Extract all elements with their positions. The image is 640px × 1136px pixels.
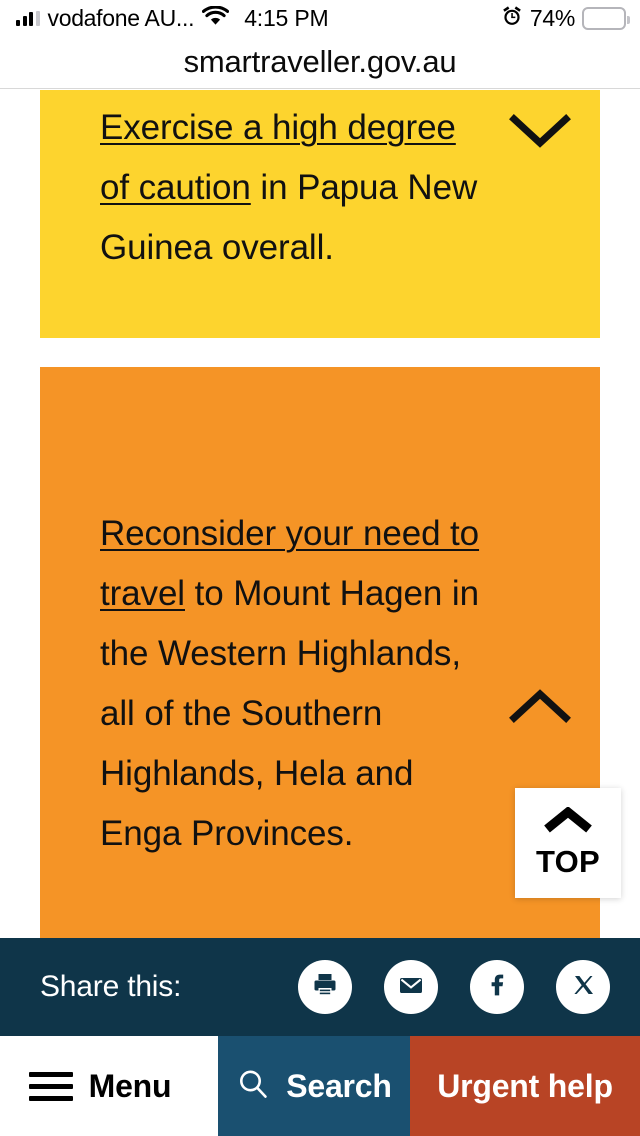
facebook-icon (482, 970, 512, 1005)
search-label: Search (286, 1067, 392, 1104)
advisory-text-reconsider-travel: Reconsider your need to travel to Mount … (40, 460, 480, 864)
status-bar-left: vodafone AU... 4:15 PM (16, 4, 329, 32)
status-bar: vodafone AU... 4:15 PM 74% (0, 0, 640, 36)
phone-screen: vodafone AU... 4:15 PM 74% smartraveller… (0, 0, 640, 1136)
chevron-down-icon[interactable] (480, 112, 600, 150)
search-icon (236, 1067, 270, 1106)
battery-icon (582, 6, 630, 30)
hamburger-icon (28, 1071, 73, 1101)
battery-percentage: 74% (529, 4, 575, 31)
menu-button[interactable]: Menu (0, 1036, 218, 1136)
printer-icon (310, 970, 340, 1005)
share-label: Share this: (40, 970, 182, 1003)
back-to-top-label: TOP (535, 843, 601, 879)
advisory-rest-reconsider-travel: to Mount Hagen in the Western Highlands,… (100, 574, 479, 853)
carrier-name: vodafone AU... (47, 4, 195, 31)
share-email-button[interactable] (384, 960, 438, 1014)
x-twitter-icon (569, 971, 597, 1004)
share-facebook-button[interactable] (470, 960, 524, 1014)
alarm-clock-icon (501, 5, 523, 32)
status-bar-right: 74% (501, 4, 630, 32)
urgent-help-label: Urgent help (437, 1067, 613, 1104)
envelope-icon (396, 970, 426, 1005)
chevron-up-icon[interactable] (480, 687, 600, 725)
share-bar: Share this: (0, 938, 640, 1036)
cellular-bars-icon (16, 10, 40, 26)
urgent-help-button[interactable]: Urgent help (410, 1036, 640, 1136)
advisory-card-high-caution[interactable]: Exercise a high degree of caution in Pap… (40, 90, 600, 338)
advisory-text-high-caution: Exercise a high degree of caution in Pap… (40, 98, 480, 278)
status-bar-clock: 4:15 PM (244, 4, 329, 31)
browser-url-bar[interactable]: smartraveller.gov.au (0, 36, 640, 89)
search-button[interactable]: Search (218, 1036, 410, 1136)
share-print-button[interactable] (298, 960, 352, 1014)
url-text: smartraveller.gov.au (183, 44, 457, 79)
share-twitter-x-button[interactable] (556, 960, 610, 1014)
share-icon-list (298, 960, 610, 1014)
menu-label: Menu (88, 1067, 172, 1104)
back-to-top-button[interactable]: TOP (515, 788, 621, 898)
wifi-icon (202, 5, 230, 31)
chevron-up-icon (543, 805, 593, 838)
bottom-navigation-bar: Menu Search Urgent help (0, 1036, 640, 1136)
